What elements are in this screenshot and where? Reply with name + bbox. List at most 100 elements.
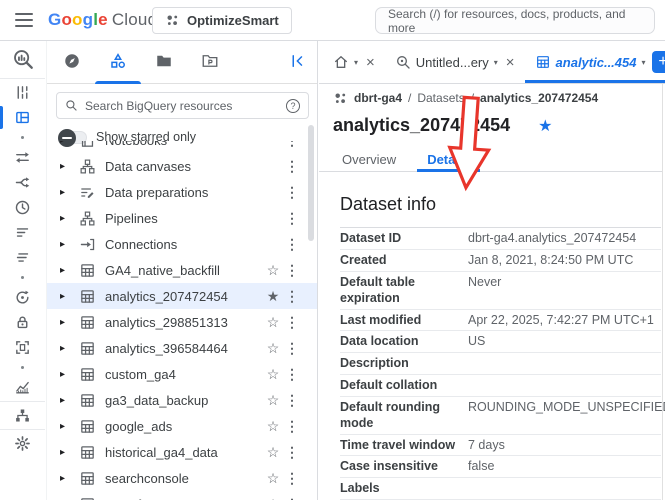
rail-item-circular-arrows[interactable] (0, 285, 45, 310)
help-icon[interactable]: ? (286, 98, 300, 113)
tree-item-historical-ga4-data[interactable]: ▸ historical_ga4_data ☆ ⋮ (47, 439, 317, 465)
chevron-down-icon[interactable]: ▾ (354, 58, 358, 67)
star-outline-icon[interactable]: ☆ (263, 418, 283, 435)
chevron-down-icon[interactable]: ▾ (642, 58, 646, 67)
rail-item-monitoring-chart[interactable] (0, 375, 45, 400)
more-menu-icon[interactable]: ⋮ (283, 340, 301, 357)
star-outline-icon[interactable]: ☆ (263, 262, 283, 279)
rail-item-settings[interactable] (0, 431, 45, 456)
expand-caret-icon[interactable]: ▸ (60, 187, 72, 198)
tree-item-searchconsole[interactable]: ▸ searchconsole ☆ ⋮ (47, 465, 317, 491)
tree-item-notebooks[interactable]: ▸Notebooks☆⋮ (47, 141, 317, 153)
expand-caret-icon[interactable]: ▸ (60, 317, 72, 328)
more-menu-icon[interactable]: ⋮ (283, 496, 301, 500)
close-icon[interactable]: × (506, 54, 515, 71)
tab-details[interactable]: Details (417, 148, 480, 172)
explorer-search-input[interactable] (85, 98, 279, 113)
more-menu-icon[interactable]: ⋮ (283, 288, 301, 305)
folder-tab[interactable] (155, 41, 173, 84)
expand-caret-icon[interactable]: ▸ (60, 369, 72, 380)
chevron-down-icon[interactable]: ▾ (494, 58, 498, 67)
tree-item-data-preparations[interactable]: ▸Data preparations☆⋮ (47, 179, 317, 205)
global-search-input[interactable]: Search (/) for resources, docs, products… (375, 7, 655, 35)
rail-item-scan-frame[interactable] (0, 335, 45, 360)
rail-item-slant-lines[interactable] (0, 245, 45, 270)
expand-caret-icon[interactable]: ▸ (60, 473, 72, 484)
tree-item-custom-ga4[interactable]: ▸ custom_ga4 ☆ ⋮ (47, 361, 317, 387)
compass-tab[interactable] (63, 41, 81, 84)
untitled-query-tab[interactable]: Untitled...ery ▾ × (385, 41, 525, 83)
expand-caret-icon[interactable]: ▸ (60, 291, 72, 302)
star-filled-icon[interactable]: ★ (263, 288, 283, 305)
star-outline-icon[interactable]: ☆ (263, 496, 283, 500)
star-outline-icon[interactable]: ☆ (263, 470, 283, 487)
home-tab[interactable]: ▾ × (323, 41, 385, 83)
expand-caret-icon[interactable]: ▸ (60, 265, 72, 276)
rail-item-sql-workspace[interactable] (0, 105, 45, 130)
tab-overview[interactable]: Overview (340, 148, 398, 171)
more-menu-icon[interactable]: ⋮ (283, 262, 301, 279)
more-menu-icon[interactable]: ⋮ (283, 158, 301, 175)
tree-item-superform-outputs-20747-[interactable]: ▸superform_outputs_20747:☆⋮ (47, 491, 317, 500)
tree-item-analytics-298851313[interactable]: ▸ analytics_298851313 ☆ ⋮ (47, 309, 317, 335)
explorer-panel: ? Show starred only ▸Notebooks☆⋮▸Data ca… (46, 41, 318, 500)
more-menu-icon[interactable]: ⋮ (283, 314, 301, 331)
expand-caret-icon[interactable]: ▸ (60, 141, 72, 146)
new-tab-button[interactable]: + (652, 51, 665, 73)
more-menu-icon[interactable]: ⋮ (283, 236, 301, 253)
tree-item-connections[interactable]: ▸Connections☆⋮ (47, 231, 317, 257)
more-menu-icon[interactable]: ⋮ (283, 418, 301, 435)
expand-caret-icon[interactable]: ▸ (60, 239, 72, 250)
expand-caret-icon[interactable]: ▸ (60, 447, 72, 458)
tree-item-analytics-207472454[interactable]: ▸ analytics_207472454 ★ ⋮ (47, 283, 317, 309)
folder-p-tab[interactable] (201, 41, 219, 84)
tree-item-data-canvases[interactable]: ▸Data canvases☆⋮ (47, 153, 317, 179)
connection-icon (79, 236, 96, 253)
more-menu-icon[interactable]: ⋮ (283, 392, 301, 409)
tree-item-ga4-native-backfill[interactable]: ▸ GA4_native_backfill ☆ ⋮ (47, 257, 317, 283)
tree-item-google-ads[interactable]: ▸ google_ads ☆ ⋮ (47, 413, 317, 439)
expand-caret-icon[interactable]: ▸ (60, 421, 72, 432)
rail-item-sitemap[interactable] (0, 403, 45, 428)
project-selector[interactable]: OptimizeSmart (152, 7, 292, 34)
breadcrumb-project[interactable]: dbrt-ga4 (354, 91, 402, 105)
rail-divider (0, 401, 45, 402)
tree-scrollbar[interactable] (308, 125, 314, 241)
rail-item-lock[interactable] (0, 310, 45, 335)
rail-item-branch-split[interactable] (0, 170, 45, 195)
rail-item-equalizer[interactable] (0, 80, 45, 105)
tree-item-ga3-data-backup[interactable]: ▸ ga3_data_backup ☆ ⋮ (47, 387, 317, 413)
analytics-dataset-tab[interactable]: analytic...454▾× (524, 41, 665, 83)
more-menu-icon[interactable]: ⋮ (283, 366, 301, 383)
rail-item-data-transfers[interactable] (0, 145, 45, 170)
page-title-row: analytics_207472454 ★ (333, 115, 553, 136)
expand-caret-icon[interactable]: ▸ (60, 161, 72, 172)
rail-item-scheduled[interactable] (0, 195, 45, 220)
breadcrumb-datasets-link[interactable]: Datasets (417, 91, 464, 105)
expand-caret-icon[interactable]: ▸ (60, 213, 72, 224)
expand-caret-icon[interactable]: ▸ (60, 395, 72, 406)
cloud-logo-text: Cloud (111, 10, 158, 29)
more-menu-icon[interactable]: ⋮ (283, 184, 301, 201)
star-icon[interactable]: ★ (538, 116, 552, 136)
rail-item-list-lines[interactable] (0, 220, 45, 245)
more-menu-icon[interactable]: ⋮ (283, 444, 301, 461)
close-icon[interactable]: × (366, 54, 375, 71)
dataset-icon (79, 392, 96, 409)
more-menu-icon[interactable]: ⋮ (283, 141, 301, 149)
rail-section-dot (21, 276, 24, 279)
star-outline-icon[interactable]: ☆ (263, 314, 283, 331)
expand-caret-icon[interactable]: ▸ (60, 343, 72, 354)
star-outline-icon[interactable]: ☆ (263, 392, 283, 409)
more-menu-icon[interactable]: ⋮ (283, 470, 301, 487)
workspace-tab[interactable] (95, 41, 141, 84)
star-outline-icon[interactable]: ☆ (263, 366, 283, 383)
tree-item-analytics-396584464[interactable]: ▸ analytics_396584464 ☆ ⋮ (47, 335, 317, 361)
menu-hamburger-icon[interactable] (15, 13, 33, 27)
info-row: Default rounding mode ROUNDING_MODE_UNSPE… (340, 397, 665, 435)
more-menu-icon[interactable]: ⋮ (283, 210, 301, 227)
star-outline-icon[interactable]: ☆ (263, 340, 283, 357)
tree-item-pipelines[interactable]: ▸Pipelines☆⋮ (47, 205, 317, 231)
star-outline-icon[interactable]: ☆ (263, 444, 283, 461)
collapse-panel-icon[interactable] (287, 52, 307, 72)
